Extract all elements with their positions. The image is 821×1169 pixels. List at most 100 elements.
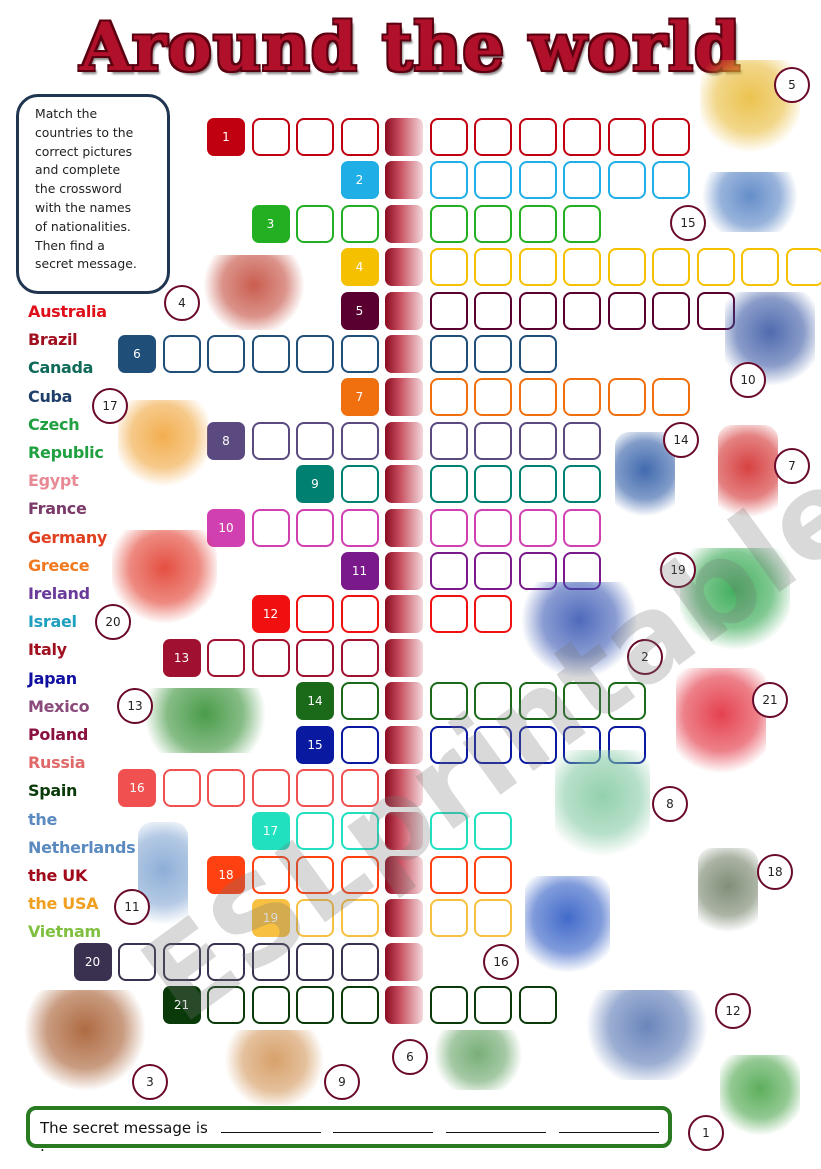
- letter-cell[interactable]: [251, 638, 290, 677]
- letter-cell[interactable]: [652, 291, 690, 330]
- letter-cell[interactable]: [607, 378, 646, 417]
- secret-letter-cell[interactable]: [385, 291, 423, 330]
- secret-word-blank-4[interactable]: [558, 1118, 659, 1133]
- letter-cell[interactable]: [652, 161, 690, 200]
- letter-cell[interactable]: [340, 986, 379, 1024]
- letter-cell[interactable]: [652, 248, 690, 287]
- letter-cell[interactable]: [340, 204, 379, 243]
- letter-cell[interactable]: [296, 899, 334, 938]
- letter-cell[interactable]: [518, 421, 557, 460]
- letter-cell[interactable]: [741, 248, 779, 287]
- letter-cell[interactable]: [696, 248, 735, 287]
- letter-cell[interactable]: [429, 508, 468, 547]
- letter-cell[interactable]: [162, 769, 201, 807]
- letter-cell[interactable]: [518, 204, 557, 243]
- secret-word-blank-3[interactable]: [446, 1118, 547, 1133]
- letter-cell[interactable]: [518, 465, 557, 504]
- letter-cell[interactable]: [429, 986, 468, 1024]
- letter-cell[interactable]: [296, 204, 334, 243]
- letter-cell[interactable]: [429, 595, 468, 634]
- secret-letter-cell[interactable]: [385, 595, 423, 634]
- letter-cell[interactable]: [607, 291, 646, 330]
- letter-cell[interactable]: [296, 769, 334, 807]
- letter-cell[interactable]: [518, 161, 557, 200]
- letter-cell[interactable]: [429, 378, 468, 417]
- letter-cell[interactable]: [251, 942, 290, 981]
- letter-cell[interactable]: [474, 118, 512, 156]
- secret-letter-cell[interactable]: [385, 638, 423, 677]
- letter-cell[interactable]: [474, 595, 512, 634]
- letter-cell[interactable]: [563, 465, 601, 504]
- letter-cell[interactable]: [474, 378, 512, 417]
- letter-cell[interactable]: [563, 682, 601, 721]
- letter-cell[interactable]: [429, 465, 468, 504]
- secret-letter-cell[interactable]: [385, 421, 423, 460]
- letter-cell[interactable]: [518, 378, 557, 417]
- letter-cell[interactable]: [518, 986, 557, 1024]
- letter-cell[interactable]: [607, 118, 646, 156]
- letter-cell[interactable]: [518, 291, 557, 330]
- letter-cell[interactable]: [207, 638, 245, 677]
- letter-cell[interactable]: [474, 899, 512, 938]
- letter-cell[interactable]: [607, 248, 646, 287]
- letter-cell[interactable]: [251, 508, 290, 547]
- secret-letter-cell[interactable]: [385, 161, 423, 200]
- letter-cell[interactable]: [429, 118, 468, 156]
- secret-letter-cell[interactable]: [385, 508, 423, 547]
- secret-letter-cell[interactable]: [385, 855, 423, 894]
- letter-cell[interactable]: [518, 508, 557, 547]
- secret-word-blank-2[interactable]: [333, 1118, 434, 1133]
- letter-cell[interactable]: [563, 378, 601, 417]
- secret-letter-cell[interactable]: [385, 812, 423, 851]
- letter-cell[interactable]: [251, 855, 290, 894]
- letter-cell[interactable]: [474, 855, 512, 894]
- letter-cell[interactable]: [518, 248, 557, 287]
- letter-cell[interactable]: [340, 725, 379, 764]
- letter-cell[interactable]: [429, 552, 468, 590]
- letter-cell[interactable]: [340, 682, 379, 721]
- letter-cell[interactable]: [162, 335, 201, 373]
- secret-letter-cell[interactable]: [385, 118, 423, 156]
- letter-cell[interactable]: [429, 682, 468, 721]
- letter-cell[interactable]: [207, 335, 245, 373]
- letter-cell[interactable]: [652, 378, 690, 417]
- letter-cell[interactable]: [429, 335, 468, 373]
- letter-cell[interactable]: [296, 508, 334, 547]
- letter-cell[interactable]: [340, 855, 379, 894]
- letter-cell[interactable]: [429, 204, 468, 243]
- letter-cell[interactable]: [474, 508, 512, 547]
- secret-letter-cell[interactable]: [385, 552, 423, 590]
- letter-cell[interactable]: [340, 942, 379, 981]
- letter-cell[interactable]: [296, 942, 334, 981]
- letter-cell[interactable]: [251, 986, 290, 1024]
- letter-cell[interactable]: [340, 638, 379, 677]
- letter-cell[interactable]: [474, 335, 512, 373]
- letter-cell[interactable]: [340, 812, 379, 851]
- letter-cell[interactable]: [296, 595, 334, 634]
- letter-cell[interactable]: [340, 508, 379, 547]
- letter-cell[interactable]: [429, 421, 468, 460]
- letter-cell[interactable]: [340, 421, 379, 460]
- letter-cell[interactable]: [607, 682, 646, 721]
- letter-cell[interactable]: [563, 508, 601, 547]
- letter-cell[interactable]: [296, 812, 334, 851]
- letter-cell[interactable]: [429, 248, 468, 287]
- letter-cell[interactable]: [563, 291, 601, 330]
- secret-letter-cell[interactable]: [385, 682, 423, 721]
- letter-cell[interactable]: [296, 855, 334, 894]
- letter-cell[interactable]: [429, 855, 468, 894]
- letter-cell[interactable]: [296, 638, 334, 677]
- letter-cell[interactable]: [474, 812, 512, 851]
- letter-cell[interactable]: [296, 986, 334, 1024]
- letter-cell[interactable]: [429, 291, 468, 330]
- letter-cell[interactable]: [474, 248, 512, 287]
- letter-cell[interactable]: [251, 118, 290, 156]
- letter-cell[interactable]: [207, 986, 245, 1024]
- letter-cell[interactable]: [563, 161, 601, 200]
- secret-letter-cell[interactable]: [385, 378, 423, 417]
- letter-cell[interactable]: [652, 118, 690, 156]
- secret-letter-cell[interactable]: [385, 248, 423, 287]
- letter-cell[interactable]: [474, 552, 512, 590]
- letter-cell[interactable]: [563, 248, 601, 287]
- secret-letter-cell[interactable]: [385, 204, 423, 243]
